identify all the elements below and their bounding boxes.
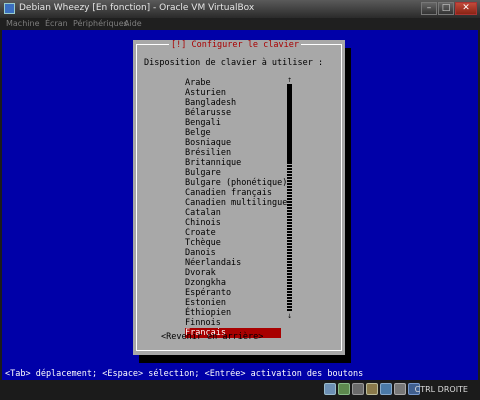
menu-bar: Machine Écran Périphériques Aide xyxy=(0,18,480,30)
list-item[interactable]: Bosniaque xyxy=(185,138,281,148)
back-button[interactable]: <Revenir en arrière> xyxy=(161,332,263,342)
menu-ecran[interactable]: Écran xyxy=(45,19,68,28)
help-line: <Tab> déplacement; <Espace> sélection; <… xyxy=(5,369,364,379)
list-item[interactable]: Croate xyxy=(185,228,281,238)
list-item[interactable]: Estonien xyxy=(185,298,281,308)
list-item[interactable]: Belge xyxy=(185,128,281,138)
list-item[interactable]: Arabe xyxy=(185,78,281,88)
list-item[interactable]: Danois xyxy=(185,248,281,258)
list-item[interactable]: Bulgare xyxy=(185,168,281,178)
list-item[interactable]: Bengali xyxy=(185,118,281,128)
optical-drive-icon[interactable] xyxy=(338,383,350,395)
list-item[interactable]: Brésilien xyxy=(185,148,281,158)
list-item[interactable]: Bélarusse xyxy=(185,108,281,118)
minimize-button[interactable]: – xyxy=(421,2,437,15)
list-item[interactable]: Chinois xyxy=(185,218,281,228)
keyboard-layout-list[interactable]: Arabe Asturien Bangladesh Bélarusse Bengali B… xyxy=(185,78,287,338)
usb-icon[interactable] xyxy=(352,383,364,395)
list-item[interactable]: Canadien multilingue xyxy=(185,198,287,208)
list-item[interactable]: Asturien xyxy=(185,88,281,98)
list-item[interactable]: Dvorak xyxy=(185,268,281,278)
host-key-label: CTRL DROITE xyxy=(414,385,468,394)
vm-screen[interactable]: [!] Configurer le clavier Disposition de… xyxy=(2,30,478,380)
hard-disk-icon[interactable] xyxy=(324,383,336,395)
status-icons xyxy=(324,383,420,395)
shared-folders-icon[interactable] xyxy=(366,383,378,395)
scroll-up-arrow-icon[interactable]: ↑ xyxy=(287,78,292,84)
scroll-thumb[interactable] xyxy=(287,84,292,162)
list-item[interactable]: Bangladesh xyxy=(185,98,281,108)
window-controls: – □ ✕ xyxy=(421,2,477,16)
list-item[interactable]: Canadien français xyxy=(185,188,281,198)
close-button[interactable]: ✕ xyxy=(455,2,477,15)
scroll-track[interactable] xyxy=(287,84,292,312)
list-item[interactable]: Catalan xyxy=(185,208,281,218)
keyboard-dialog: [!] Configurer le clavier Disposition de… xyxy=(133,40,345,355)
title-bar[interactable]: Debian Wheezy [En fonction] - Oracle VM … xyxy=(0,0,480,18)
network-icon[interactable] xyxy=(380,383,392,395)
list-item[interactable]: Tchèque xyxy=(185,238,281,248)
menu-aide[interactable]: Aide xyxy=(124,19,142,28)
list-scrollbar[interactable]: ↑ ↓ xyxy=(287,78,292,320)
maximize-button[interactable]: □ xyxy=(438,2,454,15)
menu-machine[interactable]: Machine xyxy=(6,19,40,28)
virtualbox-window: Debian Wheezy [En fonction] - Oracle VM … xyxy=(0,0,480,400)
list-item[interactable]: Néerlandais xyxy=(185,258,281,268)
list-item[interactable]: Bulgare (phonétique) xyxy=(185,178,287,188)
list-item[interactable]: Finnois xyxy=(185,318,281,328)
menu-peripheriques[interactable]: Périphériques xyxy=(73,19,128,28)
dialog-prompt: Disposition de clavier à utiliser : xyxy=(144,58,324,68)
scroll-down-arrow-icon[interactable]: ↓ xyxy=(287,314,292,320)
dialog-title: [!] Configurer le clavier xyxy=(169,40,301,50)
virtualbox-icon xyxy=(4,3,15,14)
window-title: Debian Wheezy [En fonction] - Oracle VM … xyxy=(19,3,255,13)
list-item[interactable]: Éthiopien xyxy=(185,308,281,318)
status-bar: CTRL DROITE xyxy=(0,380,480,400)
list-item[interactable]: Dzongkha xyxy=(185,278,281,288)
list-item[interactable]: Britannique xyxy=(185,158,281,168)
list-item[interactable]: Espéranto xyxy=(185,288,281,298)
display-icon[interactable] xyxy=(394,383,406,395)
